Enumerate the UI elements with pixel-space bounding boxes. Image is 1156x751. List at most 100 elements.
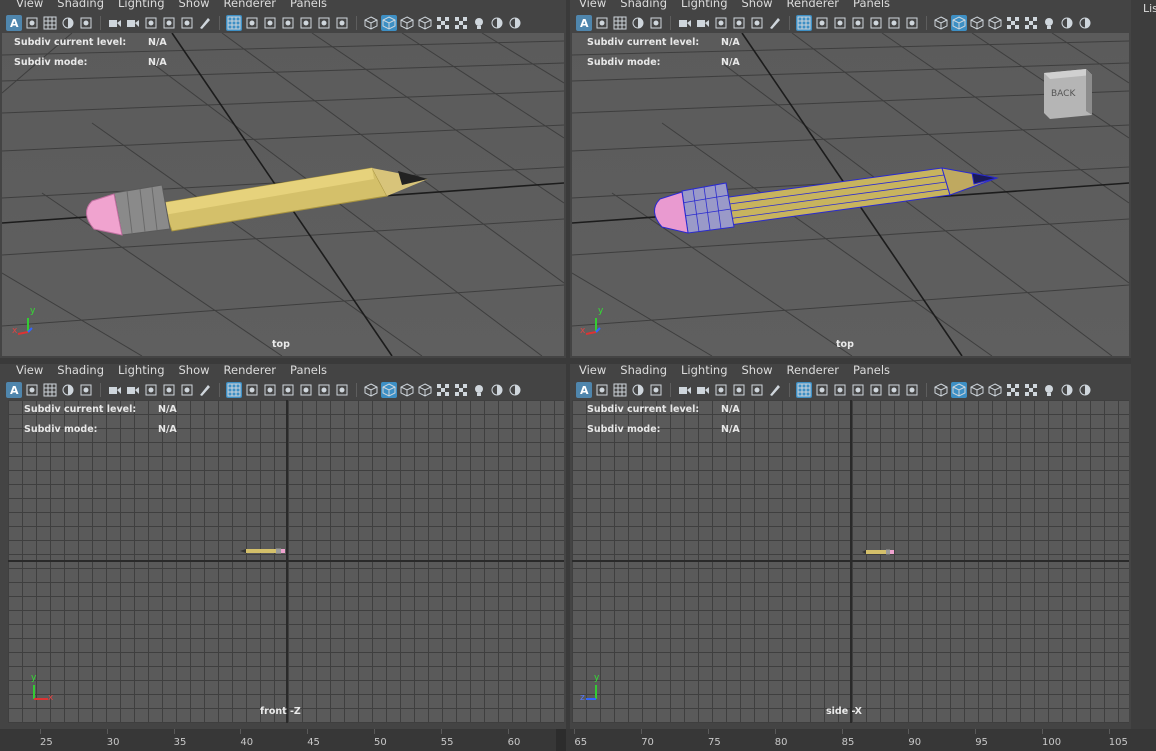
menu-shading[interactable]: Shading — [620, 0, 667, 10]
bookmark-icon[interactable] — [648, 15, 664, 31]
film-gate-icon[interactable] — [244, 15, 260, 31]
wireframe-on-shaded-icon[interactable] — [417, 15, 433, 31]
textured-icon[interactable] — [1023, 15, 1039, 31]
field-chart-icon[interactable] — [298, 382, 314, 398]
timeline-split-handle[interactable] — [556, 729, 566, 751]
smooth-shade-icon[interactable] — [951, 381, 967, 398]
resolution-gate-icon[interactable] — [262, 382, 278, 398]
menu-view[interactable]: View — [579, 364, 606, 377]
lights-icon[interactable] — [471, 382, 487, 398]
menu-lighting[interactable]: Lighting — [118, 364, 164, 377]
viewport[interactable]: y z side -X — [572, 400, 1129, 723]
textured-icon[interactable] — [1023, 382, 1039, 398]
grid-icon[interactable] — [226, 14, 242, 31]
wireframe-on-shaded-icon[interactable] — [987, 15, 1003, 31]
xray-icon[interactable] — [1005, 382, 1021, 398]
menu-panels[interactable]: Panels — [853, 0, 890, 10]
wireframe-on-shaded-icon[interactable] — [987, 382, 1003, 398]
safe-title-icon[interactable] — [904, 382, 920, 398]
resolution-gate-icon[interactable] — [832, 15, 848, 31]
shadows-icon[interactable] — [1059, 382, 1075, 398]
select-camera-icon[interactable]: A — [6, 381, 22, 398]
bookmark-flag-icon[interactable] — [143, 382, 159, 398]
field-chart-icon[interactable] — [868, 382, 884, 398]
safe-action-icon[interactable] — [316, 382, 332, 398]
pen-icon[interactable] — [767, 382, 783, 398]
isolate-icon[interactable] — [630, 15, 646, 31]
film-gate-icon[interactable] — [244, 382, 260, 398]
resolution-gate-icon[interactable] — [262, 15, 278, 31]
menu-panels[interactable]: Panels — [853, 364, 890, 377]
default-material-icon[interactable] — [969, 15, 985, 31]
snapshot-icon[interactable] — [161, 15, 177, 31]
default-material-icon[interactable] — [969, 382, 985, 398]
camera-attributes-icon[interactable] — [695, 382, 711, 398]
snapshot-icon[interactable] — [731, 15, 747, 31]
safe-title-icon[interactable] — [334, 382, 350, 398]
menu-shading[interactable]: Shading — [57, 364, 104, 377]
lights-icon[interactable] — [471, 15, 487, 31]
camera-icon[interactable] — [677, 382, 693, 398]
bookmark-flag-icon[interactable] — [143, 15, 159, 31]
tumble-icon[interactable] — [749, 15, 765, 31]
menu-view[interactable]: View — [16, 0, 43, 10]
wireframe-icon[interactable] — [363, 382, 379, 398]
safe-action-icon[interactable] — [316, 15, 332, 31]
default-material-icon[interactable] — [399, 15, 415, 31]
panel-splitter-vertical[interactable] — [566, 0, 570, 729]
textured-icon[interactable] — [453, 15, 469, 31]
grid-toggle-icon[interactable] — [42, 382, 58, 398]
viewcube[interactable]: BACK — [1042, 67, 1092, 119]
safe-action-icon[interactable] — [886, 15, 902, 31]
default-material-icon[interactable] — [399, 382, 415, 398]
pen-icon[interactable] — [197, 15, 213, 31]
wireframe-icon[interactable] — [933, 382, 949, 398]
frame-icon[interactable] — [594, 15, 610, 31]
time-slider[interactable]: 25 30 35 40 45 50 55 60 65 70 75 80 85 90 95 100 105 — [0, 729, 1156, 751]
panel-splitter-horizontal[interactable] — [0, 358, 1131, 364]
grid-toggle-icon[interactable] — [42, 15, 58, 31]
film-gate-icon[interactable] — [814, 382, 830, 398]
menu-show[interactable]: Show — [179, 0, 210, 10]
select-camera-icon[interactable]: A — [6, 14, 22, 31]
viewport[interactable]: y x front -Z — [8, 400, 564, 723]
grid-icon[interactable] — [796, 14, 812, 31]
menu-view[interactable]: View — [579, 0, 606, 10]
bookmark-flag-icon[interactable] — [713, 15, 729, 31]
menu-lighting[interactable]: Lighting — [681, 0, 727, 10]
pen-icon[interactable] — [767, 15, 783, 31]
lights-icon[interactable] — [1041, 15, 1057, 31]
safe-title-icon[interactable] — [904, 15, 920, 31]
camera-icon[interactable] — [107, 382, 123, 398]
tumble-icon[interactable] — [179, 15, 195, 31]
frame-icon[interactable] — [594, 382, 610, 398]
isolate-icon[interactable] — [60, 382, 76, 398]
safe-action-icon[interactable] — [886, 382, 902, 398]
safe-title-icon[interactable] — [334, 15, 350, 31]
menu-panels[interactable]: Panels — [290, 364, 327, 377]
field-chart-icon[interactable] — [868, 15, 884, 31]
camera-attributes-icon[interactable] — [695, 15, 711, 31]
camera-attributes-icon[interactable] — [125, 15, 141, 31]
menu-show[interactable]: Show — [179, 364, 210, 377]
grid-toggle-icon[interactable] — [612, 15, 628, 31]
side-panel[interactable]: Lis — [1131, 0, 1156, 729]
wireframe-on-shaded-icon[interactable] — [417, 382, 433, 398]
snapshot-icon[interactable] — [731, 382, 747, 398]
smooth-shade-icon[interactable] — [381, 14, 397, 31]
grid-toggle-icon[interactable] — [612, 382, 628, 398]
bookmark-flag-icon[interactable] — [713, 382, 729, 398]
menu-panels[interactable]: Panels — [290, 0, 327, 10]
resolution-gate-icon[interactable] — [832, 382, 848, 398]
ambient-occlusion-icon[interactable] — [1077, 382, 1093, 398]
frame-icon[interactable] — [24, 382, 40, 398]
camera-attributes-icon[interactable] — [125, 382, 141, 398]
gate-mask-icon[interactable] — [850, 382, 866, 398]
smooth-shade-icon[interactable] — [381, 381, 397, 398]
film-gate-icon[interactable] — [814, 15, 830, 31]
grid-icon[interactable] — [226, 381, 242, 398]
viewport[interactable]: y x top — [2, 33, 564, 356]
gate-mask-icon[interactable] — [280, 15, 296, 31]
frame-icon[interactable] — [24, 15, 40, 31]
tumble-icon[interactable] — [749, 382, 765, 398]
